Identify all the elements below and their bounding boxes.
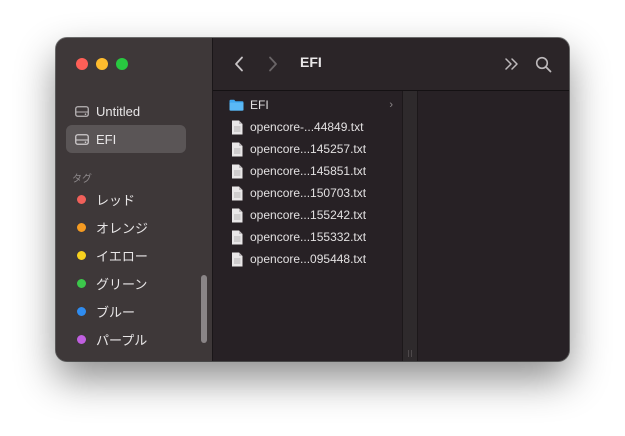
sidebar: Untitled EFI タグ レッド オレンジ イエロー グリーン ブルー パ… bbox=[56, 38, 213, 361]
item-name: opencore...145851.txt bbox=[250, 164, 367, 178]
list-item-folder[interactable]: EFI › bbox=[229, 94, 393, 116]
sidebar-item-efi[interactable]: EFI bbox=[66, 125, 186, 153]
double-chevron-right-icon bbox=[505, 58, 518, 70]
text-file-icon bbox=[229, 164, 244, 179]
list-item-file[interactable]: opencore...150703.txt bbox=[229, 182, 393, 204]
list-item-file[interactable]: opencore...155242.txt bbox=[229, 204, 393, 226]
minimize-window-button[interactable] bbox=[96, 58, 108, 70]
finder-window: Untitled EFI タグ レッド オレンジ イエロー グリーン ブルー パ… bbox=[56, 38, 569, 361]
text-file-icon bbox=[229, 252, 244, 267]
tags-section-label: タグ bbox=[72, 174, 92, 185]
item-name: EFI bbox=[250, 98, 269, 112]
list-item-file[interactable]: opencore-...44849.txt bbox=[229, 116, 393, 138]
browser-content: EFI › opencore-...44849.txt opencore...1… bbox=[213, 91, 569, 361]
sidebar-tag-purple[interactable]: パープル bbox=[66, 328, 186, 350]
sidebar-tag-green[interactable]: グリーン bbox=[66, 272, 186, 294]
sidebar-scrollbar[interactable] bbox=[201, 275, 207, 343]
list-item-file[interactable]: opencore...095448.txt bbox=[229, 248, 393, 270]
drive-icon bbox=[75, 105, 89, 117]
sidebar-item-label: Untitled bbox=[96, 103, 141, 119]
tag-label: ブルー bbox=[96, 304, 136, 320]
sidebar-tag-orange[interactable]: オレンジ bbox=[66, 216, 186, 238]
tag-dot-icon bbox=[77, 334, 86, 344]
sidebar-tag-red[interactable]: レッド bbox=[66, 188, 186, 210]
tag-label: グリーン bbox=[96, 276, 148, 292]
column-resize-divider[interactable] bbox=[402, 91, 418, 361]
sidebar-tag-blue[interactable]: ブルー bbox=[66, 300, 186, 322]
sidebar-tag-yellow[interactable]: イエロー bbox=[66, 244, 186, 266]
tag-dot-icon bbox=[77, 194, 86, 204]
forward-button[interactable] bbox=[263, 54, 283, 74]
magnifier-icon bbox=[535, 56, 551, 72]
chevron-right-icon bbox=[269, 56, 277, 72]
tag-dot-icon bbox=[77, 250, 86, 260]
search-button[interactable] bbox=[533, 54, 553, 74]
folder-icon bbox=[229, 98, 244, 113]
file-column: EFI › opencore-...44849.txt opencore...1… bbox=[213, 91, 402, 361]
tag-label: イエロー bbox=[96, 248, 148, 264]
tag-label: レッド bbox=[96, 192, 136, 208]
chevron-left-icon bbox=[235, 56, 243, 72]
tag-dot-icon bbox=[77, 278, 86, 288]
text-file-icon bbox=[229, 208, 244, 223]
item-name: opencore...150703.txt bbox=[250, 186, 367, 200]
item-name: opencore-...44849.txt bbox=[250, 120, 364, 134]
back-button[interactable] bbox=[229, 54, 249, 74]
item-name: opencore...145257.txt bbox=[250, 142, 367, 156]
tag-dot-icon bbox=[77, 222, 86, 232]
zoom-window-button[interactable] bbox=[116, 58, 128, 70]
item-name: opencore...155242.txt bbox=[250, 208, 367, 222]
close-window-button[interactable] bbox=[76, 58, 88, 70]
tag-label: オレンジ bbox=[96, 220, 149, 236]
sidebar-item-label: EFI bbox=[96, 131, 117, 147]
text-file-icon bbox=[229, 230, 244, 245]
text-file-icon bbox=[229, 120, 244, 135]
text-file-icon bbox=[229, 186, 244, 201]
window-title: EFI bbox=[300, 54, 322, 70]
chevron-right-icon: › bbox=[389, 99, 393, 111]
item-name: opencore...155332.txt bbox=[250, 230, 367, 244]
list-item-file[interactable]: opencore...145257.txt bbox=[229, 138, 393, 160]
toolbar: EFI bbox=[213, 38, 569, 91]
sidebar-item-untitled[interactable]: Untitled bbox=[66, 97, 186, 125]
item-name: opencore...095448.txt bbox=[250, 252, 367, 266]
tag-dot-icon bbox=[77, 306, 86, 316]
text-file-icon bbox=[229, 142, 244, 157]
drive-icon bbox=[75, 133, 89, 145]
more-toolbar-items-button[interactable] bbox=[502, 54, 522, 74]
list-item-file[interactable]: opencore...145851.txt bbox=[229, 160, 393, 182]
resize-grip-icon bbox=[408, 350, 412, 357]
tag-label: パープル bbox=[96, 332, 148, 348]
list-item-file[interactable]: opencore...155332.txt bbox=[229, 226, 393, 248]
